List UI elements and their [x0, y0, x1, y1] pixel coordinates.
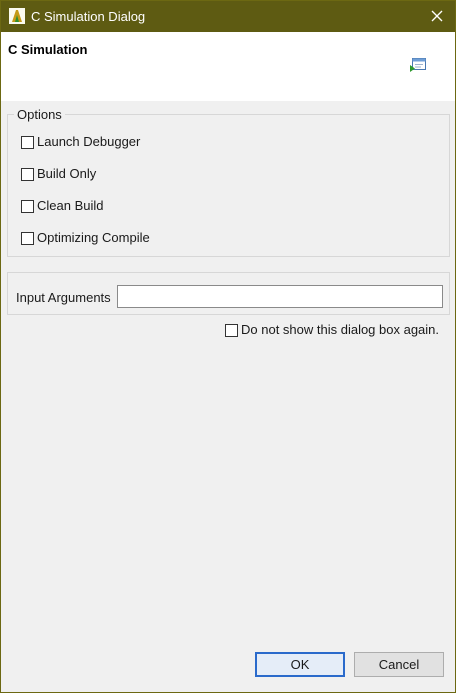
clean-build-checkbox[interactable]: Clean Build	[21, 197, 104, 215]
checkbox-label: Do not show this dialog box again.	[241, 322, 440, 337]
checkbox-box[interactable]	[21, 199, 34, 213]
launch-debugger-checkbox[interactable]: Launch Debugger	[21, 133, 140, 151]
build-only-checkbox[interactable]: Build Only	[21, 165, 96, 183]
ok-button[interactable]: OK	[255, 652, 345, 677]
checkbox-box[interactable]	[21, 231, 34, 245]
c-simulation-dialog: C Simulation Dialog C Simulation Options…	[0, 0, 456, 693]
checkbox-box[interactable]	[225, 323, 238, 337]
dialog-heading: C Simulation	[8, 42, 88, 57]
input-arguments-field[interactable]	[117, 285, 443, 308]
input-arguments-label: Input Arguments	[16, 290, 111, 305]
cancel-button[interactable]: Cancel	[354, 652, 444, 677]
optimizing-compile-checkbox[interactable]: Optimizing Compile	[21, 229, 150, 247]
window-title: C Simulation Dialog	[31, 9, 146, 24]
checkbox-label: Clean Build	[37, 198, 104, 213]
checkbox-label: Optimizing Compile	[37, 230, 150, 245]
options-legend: Options	[14, 107, 65, 122]
dont-show-again-checkbox[interactable]: Do not show this dialog box again.	[225, 321, 439, 339]
checkbox-label: Build Only	[37, 166, 97, 181]
run-simulation-icon	[409, 57, 427, 73]
checkbox-box[interactable]	[21, 167, 34, 181]
close-icon[interactable]	[425, 5, 449, 27]
checkbox-box[interactable]	[21, 135, 34, 149]
checkbox-label: Launch Debugger	[37, 134, 141, 149]
title-bar[interactable]: C Simulation Dialog	[1, 1, 455, 32]
vivado-hls-app-icon	[9, 8, 25, 24]
dialog-header: C Simulation	[1, 32, 455, 101]
input-arguments-group: Input Arguments	[7, 272, 450, 315]
options-group: Options Launch Debugger Build Only Clean…	[7, 107, 450, 257]
